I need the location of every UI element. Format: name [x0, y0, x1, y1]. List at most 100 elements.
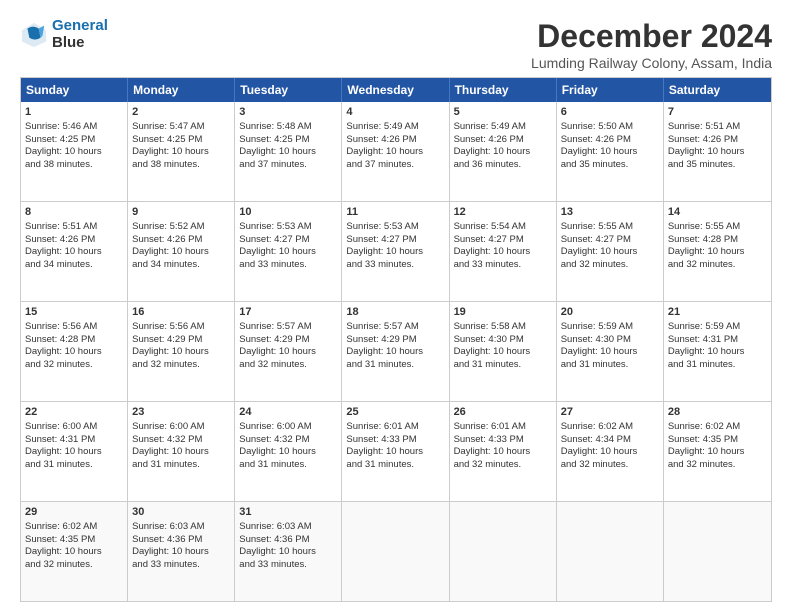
day-info: and 31 minutes. [239, 459, 307, 470]
day-info: Sunset: 4:26 PM [668, 134, 738, 145]
day-number: 27 [561, 405, 659, 420]
cal-cell-29: 29Sunrise: 6:02 AMSunset: 4:35 PMDayligh… [21, 502, 128, 601]
day-info: and 32 minutes. [668, 459, 736, 470]
day-number: 4 [346, 105, 444, 120]
day-info: Sunset: 4:27 PM [454, 234, 524, 245]
day-info: Sunrise: 5:53 AM [239, 221, 311, 232]
day-info: Sunset: 4:26 PM [132, 234, 202, 245]
day-info: and 31 minutes. [346, 459, 414, 470]
subtitle: Lumding Railway Colony, Assam, India [531, 55, 772, 71]
day-info: Sunset: 4:29 PM [346, 334, 416, 345]
day-info: and 31 minutes. [454, 359, 522, 370]
day-info: Sunrise: 6:03 AM [132, 521, 204, 532]
day-info: Daylight: 10 hours [454, 146, 531, 157]
cal-cell-27: 27Sunrise: 6:02 AMSunset: 4:34 PMDayligh… [557, 402, 664, 501]
day-info: Daylight: 10 hours [239, 546, 316, 557]
day-info: Daylight: 10 hours [668, 346, 745, 357]
day-info: Sunset: 4:26 PM [561, 134, 631, 145]
day-number: 23 [132, 405, 230, 420]
calendar: SundayMondayTuesdayWednesdayThursdayFrid… [20, 77, 772, 602]
day-info: and 33 minutes. [239, 259, 307, 270]
day-number: 24 [239, 405, 337, 420]
day-info: Daylight: 10 hours [132, 446, 209, 457]
day-number: 8 [25, 205, 123, 220]
cal-cell-31: 31Sunrise: 6:03 AM Sunset: 4:36 PMDayligh… [235, 502, 342, 601]
day-info: Sunrise: 5:55 AM [668, 221, 740, 232]
cal-row-1: 1Sunrise: 5:46 AMSunset: 4:25 PMDaylight… [21, 102, 771, 201]
cal-row-5: 29Sunrise: 6:02 AMSunset: 4:35 PMDayligh… [21, 501, 771, 601]
day-info: Sunrise: 5:46 AM [25, 121, 97, 132]
cal-cell-3: 3Sunrise: 5:48 AMSunset: 4:25 PMDaylight… [235, 102, 342, 201]
cal-cell-22: 22Sunrise: 6:00 AMSunset: 4:31 PMDayligh… [21, 402, 128, 501]
col-head-friday: Friday [557, 78, 664, 102]
day-info: Daylight: 10 hours [25, 146, 102, 157]
day-info: Sunset: 4:28 PM [668, 234, 738, 245]
day-info: and 32 minutes. [561, 459, 629, 470]
day-info: Sunrise: 5:56 AM [132, 321, 204, 332]
cal-cell-16: 16Sunrise: 5:56 AMSunset: 4:29 PMDayligh… [128, 302, 235, 401]
day-info: Sunrise: 5:49 AM [346, 121, 418, 132]
calendar-header: SundayMondayTuesdayWednesdayThursdayFrid… [21, 78, 771, 102]
cal-cell-empty-6 [664, 502, 771, 601]
cal-cell-24: 24Sunrise: 6:00 AMSunset: 4:32 PMDayligh… [235, 402, 342, 501]
day-info: Sunset: 4:27 PM [346, 234, 416, 245]
day-info: Sunset: 4:36 PM [132, 534, 202, 545]
day-info: Daylight: 10 hours [132, 246, 209, 257]
cal-cell-13: 13Sunrise: 5:55 AMSunset: 4:27 PMDayligh… [557, 202, 664, 301]
cal-cell-28: 28Sunrise: 6:02 AMSunset: 4:35 PMDayligh… [664, 402, 771, 501]
day-info: Sunset: 4:26 PM [346, 134, 416, 145]
day-info: Daylight: 10 hours [25, 546, 102, 557]
day-info: Sunrise: 5:47 AM [132, 121, 204, 132]
day-number: 19 [454, 305, 552, 320]
logo-line1: General [52, 17, 108, 34]
day-info: Sunrise: 6:02 AM [25, 521, 97, 532]
day-info: and 32 minutes. [25, 559, 93, 570]
day-info: Sunset: 4:30 PM [561, 334, 631, 345]
day-info: Daylight: 10 hours [132, 146, 209, 157]
day-number: 22 [25, 405, 123, 420]
cal-cell-19: 19Sunrise: 5:58 AMSunset: 4:30 PMDayligh… [450, 302, 557, 401]
day-number: 15 [25, 305, 123, 320]
day-info: Sunrise: 5:50 AM [561, 121, 633, 132]
cal-cell-14: 14Sunrise: 5:55 AMSunset: 4:28 PMDayligh… [664, 202, 771, 301]
day-info: Sunset: 4:35 PM [668, 434, 738, 445]
cal-row-2: 8Sunrise: 5:51 AMSunset: 4:26 PMDaylight… [21, 201, 771, 301]
day-info: Daylight: 10 hours [668, 246, 745, 257]
day-number: 30 [132, 505, 230, 520]
day-info: Sunset: 4:36 PM [239, 534, 309, 545]
day-number: 10 [239, 205, 337, 220]
cal-cell-5: 5Sunrise: 5:49 AMSunset: 4:26 PMDaylight… [450, 102, 557, 201]
day-info: Sunrise: 5:51 AM [668, 121, 740, 132]
day-info: Daylight: 10 hours [239, 446, 316, 457]
day-info: Sunrise: 5:55 AM [561, 221, 633, 232]
day-info: Daylight: 10 hours [239, 346, 316, 357]
col-head-tuesday: Tuesday [235, 78, 342, 102]
cal-cell-21: 21Sunrise: 5:59 AMSunset: 4:31 PMDayligh… [664, 302, 771, 401]
day-info: Sunrise: 5:51 AM [25, 221, 97, 232]
day-info: Sunrise: 5:57 AM [239, 321, 311, 332]
day-info: Sunrise: 5:48 AM [239, 121, 311, 132]
day-info: Sunset: 4:32 PM [239, 434, 309, 445]
day-info: Daylight: 10 hours [346, 446, 423, 457]
day-info: Daylight: 10 hours [25, 246, 102, 257]
day-number: 13 [561, 205, 659, 220]
day-info: Sunrise: 5:59 AM [668, 321, 740, 332]
day-info: and 33 minutes. [239, 559, 307, 570]
day-info: Sunrise: 5:57 AM [346, 321, 418, 332]
day-info: and 31 minutes. [25, 459, 93, 470]
cal-cell-empty-3 [342, 502, 449, 601]
col-head-sunday: Sunday [21, 78, 128, 102]
day-info: Daylight: 10 hours [346, 146, 423, 157]
day-number: 31 [239, 505, 337, 520]
day-info: Daylight: 10 hours [132, 546, 209, 557]
day-info: Daylight: 10 hours [454, 346, 531, 357]
day-number: 20 [561, 305, 659, 320]
day-info: Daylight: 10 hours [132, 346, 209, 357]
day-info: Sunrise: 6:03 AM [239, 521, 311, 532]
day-info: and 35 minutes. [561, 159, 629, 170]
day-info: Sunrise: 5:53 AM [346, 221, 418, 232]
day-info: Sunrise: 5:59 AM [561, 321, 633, 332]
cal-cell-empty-5 [557, 502, 664, 601]
day-info: Daylight: 10 hours [346, 246, 423, 257]
day-info: Sunset: 4:31 PM [668, 334, 738, 345]
